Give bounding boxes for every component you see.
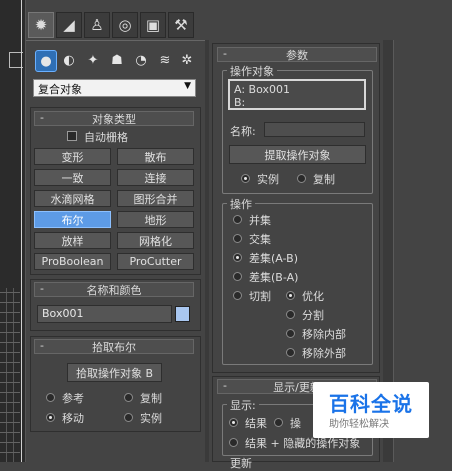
systems-icon[interactable]: ✲ (177, 50, 197, 70)
motion-icon[interactable]: ◎ (112, 12, 138, 38)
operand-a-item[interactable]: A: Box001 (234, 83, 360, 96)
watermark-logo: 百科全说 助你轻松解决 (313, 382, 429, 438)
helpers-icon[interactable]: ◔ (131, 50, 151, 70)
cut-radio[interactable] (233, 291, 242, 300)
reference-label: 参考 (62, 392, 84, 405)
remove-inside-radio[interactable] (286, 329, 295, 338)
extract-instance-radio[interactable] (241, 174, 250, 183)
modify-icon[interactable]: ◢ (56, 12, 82, 38)
display-result-radio[interactable] (229, 418, 238, 427)
instance-label: 实例 (140, 412, 162, 425)
hierarchy-icon[interactable]: ♙ (84, 12, 110, 38)
subtract-ab-label: 差集(A-B) (249, 252, 298, 265)
autogrid-checkbox[interactable] (67, 131, 77, 141)
move-radio[interactable] (46, 413, 55, 422)
create-icon[interactable]: ✹ (28, 12, 54, 38)
chevron-down-icon: ▼ (184, 81, 191, 91)
parameters-title: 参数 (286, 48, 308, 62)
reference-radio[interactable] (46, 393, 55, 402)
copy-radio[interactable] (124, 393, 133, 402)
refine-radio[interactable] (286, 291, 295, 300)
operand-name-field[interactable] (264, 122, 365, 137)
spacewarps-icon[interactable]: ≋ (155, 50, 175, 70)
operands-group-title: 操作对象 (227, 63, 277, 79)
utilities-icon[interactable]: ⚒ (168, 12, 194, 38)
collapse-icon: - (40, 339, 44, 352)
procutter-button[interactable]: ProCutter (117, 253, 194, 270)
name-label: 名称: (230, 125, 256, 138)
subtract-ba-label: 差集(B-A) (249, 271, 299, 284)
union-radio[interactable] (233, 215, 242, 224)
update-group-title: 更新 (230, 457, 252, 470)
name-color-header[interactable]: - 名称和颜色 (34, 282, 194, 297)
blobmesh-button[interactable]: 水滴网格 (34, 190, 111, 207)
boolean-button[interactable]: 布尔 (34, 211, 111, 228)
mesher-button[interactable]: 网格化 (117, 232, 194, 249)
split-radio[interactable] (286, 310, 295, 319)
union-label: 并集 (249, 214, 271, 227)
operand-b-item[interactable]: B: (234, 96, 360, 109)
remove-inside-label: 移除内部 (302, 328, 346, 341)
intersection-radio[interactable] (233, 234, 242, 243)
display-operands-radio[interactable] (274, 418, 283, 427)
extract-instance-label: 实例 (257, 173, 279, 186)
pick-operand-b-button[interactable]: 拾取操作对象 B (67, 363, 162, 382)
intersection-label: 交集 (249, 233, 271, 246)
extract-copy-radio[interactable] (297, 174, 306, 183)
extract-copy-label: 复制 (313, 173, 335, 186)
name-color-title: 名称和颜色 (86, 283, 142, 297)
lights-icon[interactable]: ✦ (83, 50, 103, 70)
tab-divider (26, 40, 207, 41)
object-category-select[interactable]: 复合对象 ▼ (33, 79, 196, 97)
command-panel-tabs: ✹ ◢ ♙ ◎ ▣ ⚒ (26, 12, 206, 40)
split-label: 分割 (302, 309, 324, 322)
shapemerge-button[interactable]: 图形合并 (117, 190, 194, 207)
parameters-header[interactable]: - 参数 (217, 47, 377, 62)
viewport-border-line (21, 0, 22, 462)
watermark-tagline: 助你轻松解决 (329, 419, 389, 430)
watermark-brand: 百科全说 (329, 392, 413, 416)
subtract-ab-radio[interactable] (233, 253, 242, 262)
display-operands-label: 操 (290, 417, 301, 430)
proboolean-button[interactable]: ProBoolean (34, 253, 111, 270)
column-splitter[interactable] (205, 40, 209, 462)
pick-boolean-header[interactable]: - 拾取布尔 (34, 339, 194, 354)
autogrid-label: 自动栅格 (84, 131, 128, 144)
move-label: 移动 (62, 412, 84, 425)
loft-button[interactable]: 放样 (34, 232, 111, 249)
extract-operand-button[interactable]: 提取操作对象 (229, 145, 366, 164)
collapse-icon: - (223, 47, 227, 60)
display-result-hidden-radio[interactable] (229, 438, 238, 447)
object-type-title: 对象类型 (92, 112, 136, 126)
copy-label: 复制 (140, 392, 162, 405)
subtract-ba-radio[interactable] (233, 272, 242, 281)
cut-label: 切割 (249, 290, 271, 303)
display-group-title: 显示: (227, 397, 259, 413)
pick-boolean-title: 拾取布尔 (92, 340, 136, 354)
viewport-grid (0, 288, 20, 462)
scatter-button[interactable]: 散布 (117, 148, 194, 165)
collapse-icon: - (40, 282, 44, 295)
display-icon[interactable]: ▣ (140, 12, 166, 38)
remove-outside-label: 移除外部 (302, 347, 346, 360)
terrain-button[interactable]: 地形 (117, 211, 194, 228)
refine-label: 优化 (302, 290, 324, 303)
connect-button[interactable]: 连接 (117, 169, 194, 186)
instance-radio[interactable] (124, 413, 133, 422)
object-type-header[interactable]: - 对象类型 (34, 111, 194, 126)
collapse-icon: - (40, 111, 44, 124)
operands-list[interactable]: A: Box001 B: (228, 79, 366, 110)
object-category-value: 复合对象 (38, 83, 82, 96)
collapse-icon: - (223, 379, 227, 392)
geometry-icon[interactable]: ● (35, 50, 57, 72)
object-name-field[interactable]: Box001 (37, 305, 172, 323)
object-color-swatch[interactable] (175, 306, 190, 322)
operation-group-title: 操作 (227, 196, 255, 212)
conform-button[interactable]: 一致 (34, 169, 111, 186)
display-result-label: 结果 (245, 417, 267, 430)
shapes-icon[interactable]: ◐ (59, 50, 79, 70)
morph-button[interactable]: 变形 (34, 148, 111, 165)
cameras-icon[interactable]: ☗ (107, 50, 127, 70)
remove-outside-radio[interactable] (286, 348, 295, 357)
